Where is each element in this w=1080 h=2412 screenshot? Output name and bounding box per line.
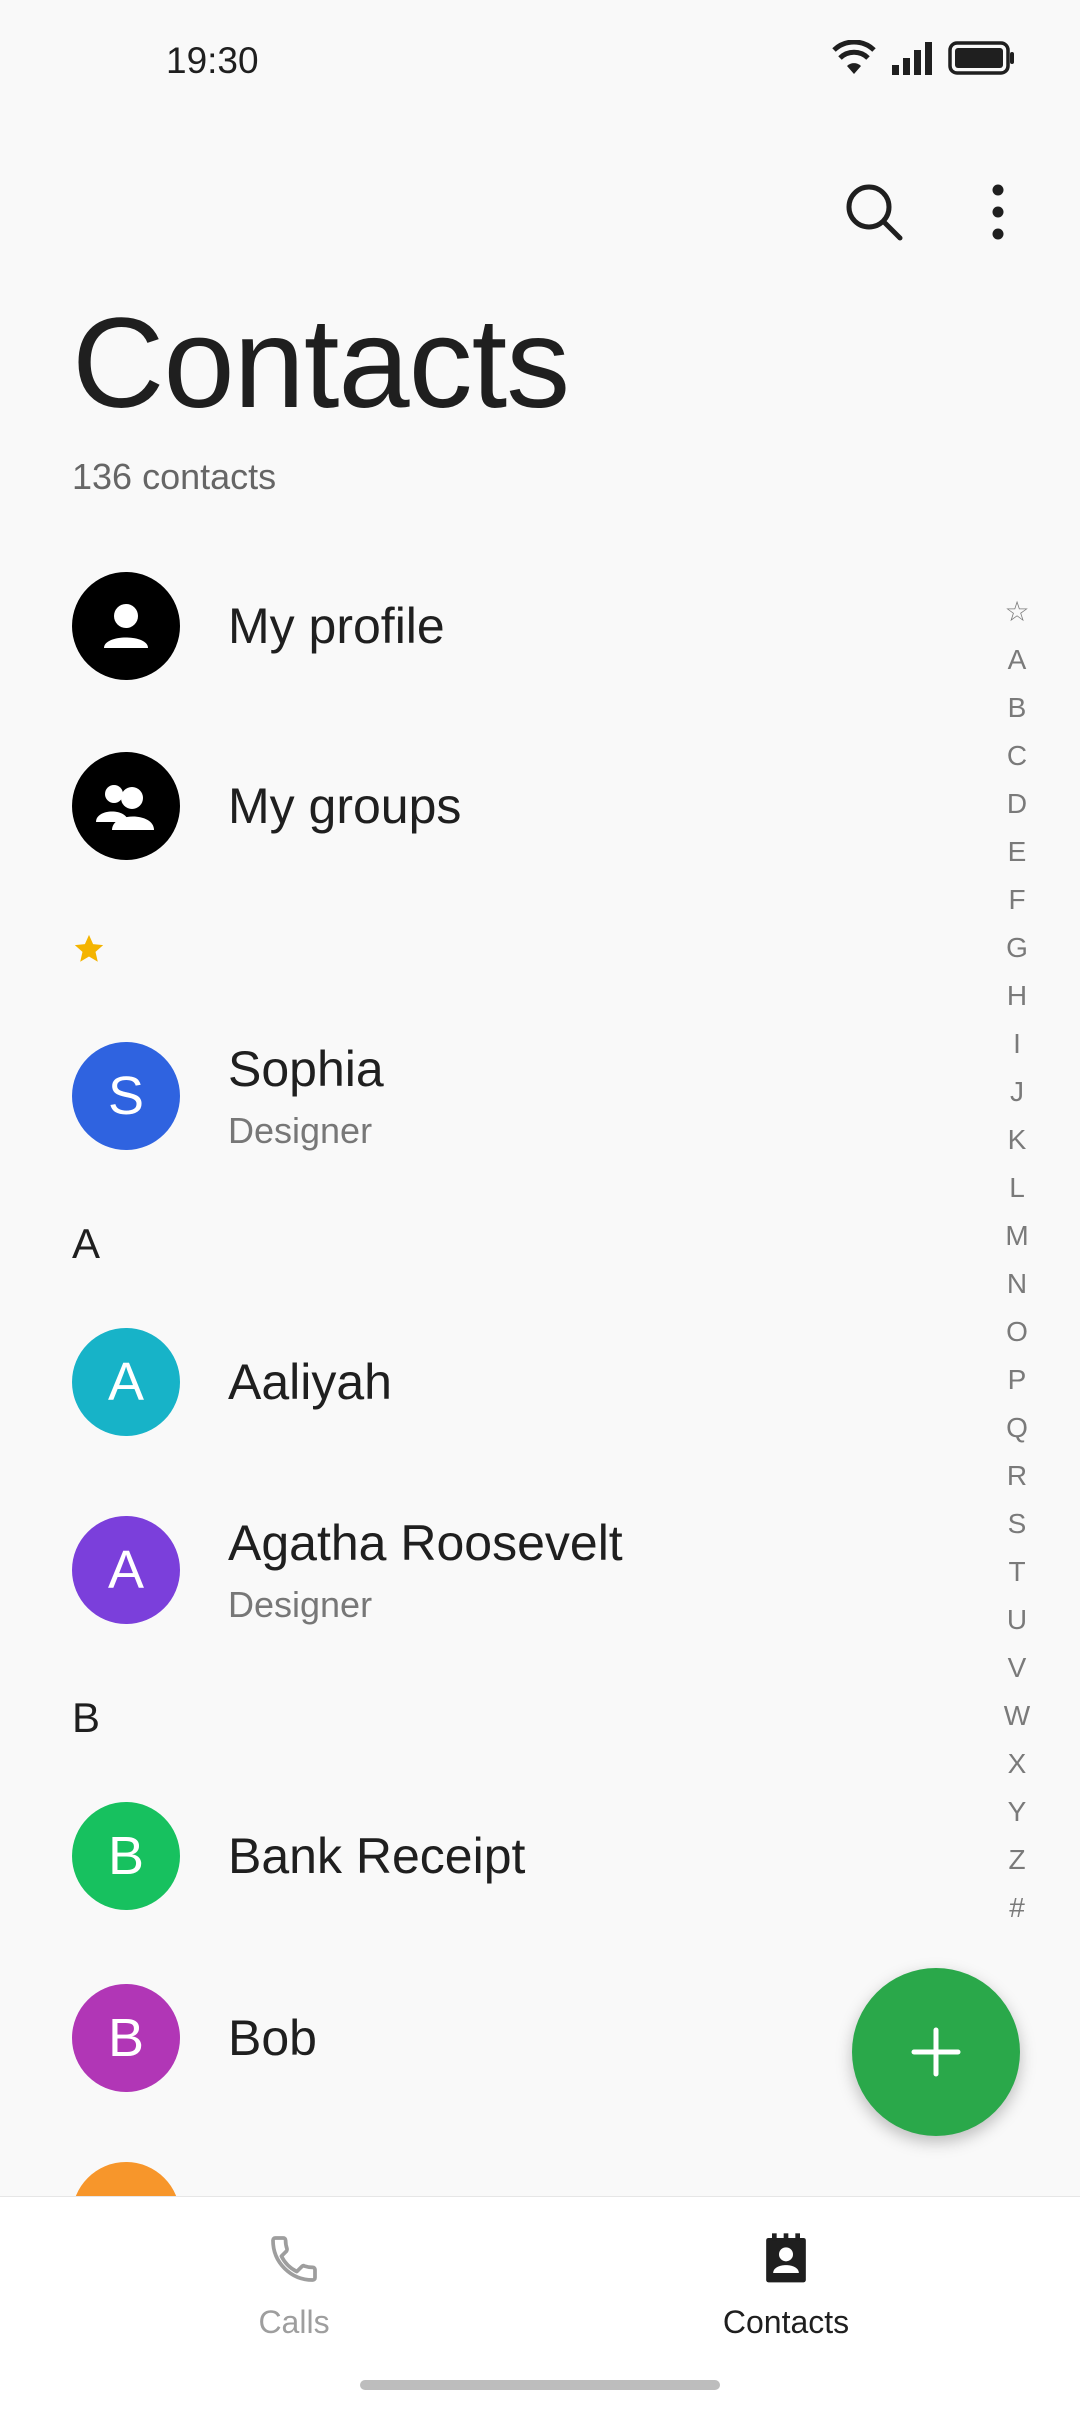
status-icons (832, 39, 1016, 81)
alphabet-index-letter[interactable]: X (1008, 1740, 1027, 1788)
avatar: S (72, 1042, 180, 1150)
page-title: Contacts (72, 292, 570, 435)
alphabet-index[interactable]: ☆ A B C D E F G H I J K L M N O P Q R S T U V W X Y Z # (992, 588, 1042, 1932)
contact-count: 136 contacts (72, 456, 277, 497)
contact-row[interactable]: A Agatha Roosevelt Designer (72, 1514, 623, 1626)
contact-name: Bob (228, 2010, 317, 2066)
section-header-b: B (72, 1694, 101, 1741)
alphabet-index-letter[interactable]: T (1008, 1548, 1025, 1596)
search-icon[interactable] (832, 170, 916, 254)
alphabet-index-letter[interactable]: # (1009, 1884, 1025, 1932)
avatar: A (72, 1328, 180, 1436)
more-vert-icon[interactable] (956, 170, 1040, 254)
plus-icon (911, 2027, 961, 2077)
alphabet-index-letter[interactable]: U (1007, 1596, 1027, 1644)
my-groups-label: My groups (228, 778, 462, 834)
my-groups-row[interactable]: My groups (72, 752, 461, 860)
avatar: B (72, 1984, 180, 2092)
groups-icon (72, 752, 180, 860)
contact-row[interactable]: B Bank Receipt (72, 1802, 525, 1910)
toolbar-actions (832, 170, 1040, 254)
alphabet-index-letter[interactable]: J (1010, 1068, 1024, 1116)
avatar (72, 2162, 180, 2196)
alphabet-index-letter[interactable]: H (1007, 972, 1027, 1020)
alphabet-index-letter[interactable]: Q (1006, 1404, 1028, 1452)
alphabet-index-letter[interactable]: E (1008, 828, 1027, 876)
partial-contact-row[interactable] (72, 2162, 180, 2196)
alphabet-index-letter[interactable]: L (1009, 1164, 1025, 1212)
tab-contacts[interactable]: Contacts (636, 2231, 936, 2341)
alphabet-index-letter[interactable]: B (1008, 684, 1027, 732)
alphabet-index-letter[interactable]: N (1007, 1260, 1027, 1308)
avatar: A (72, 1516, 180, 1624)
alphabet-index-letter[interactable]: S (1008, 1500, 1027, 1548)
alphabet-index-letter[interactable]: I (1013, 1020, 1021, 1068)
tab-calls[interactable]: Calls (144, 2231, 444, 2341)
alphabet-index-letter[interactable]: C (1007, 732, 1027, 780)
phone-icon (266, 2231, 322, 2292)
alphabet-index-letter[interactable]: M (1005, 1212, 1028, 1260)
battery-icon (948, 41, 1016, 80)
profile-icon (72, 572, 180, 680)
alphabet-index-letter[interactable]: W (1004, 1692, 1030, 1740)
wifi-icon (832, 39, 876, 81)
contact-subtitle: Designer (228, 1110, 373, 1151)
alphabet-index-letter[interactable]: O (1006, 1308, 1028, 1356)
signal-icon (890, 41, 934, 80)
contact-name: Agatha Roosevelt (228, 1515, 623, 1571)
contact-subtitle: Designer (228, 1584, 373, 1625)
alphabet-index-letter[interactable]: Z (1008, 1836, 1025, 1884)
add-contact-button[interactable] (852, 1968, 1020, 2136)
status-time: 19:30 (166, 40, 259, 81)
alphabet-index-letter[interactable]: ☆ (1004, 588, 1029, 636)
star-icon (72, 932, 106, 971)
my-profile-row[interactable]: My profile (72, 572, 445, 680)
alphabet-index-letter[interactable]: F (1008, 876, 1025, 924)
home-indicator[interactable] (360, 2380, 720, 2390)
alphabet-index-letter[interactable]: Y (1008, 1788, 1027, 1836)
alphabet-index-letter[interactable]: V (1008, 1644, 1027, 1692)
contact-row[interactable]: B Bob (72, 1984, 317, 2092)
tab-calls-label: Calls (258, 2304, 330, 2340)
contact-row[interactable]: A Aaliyah (72, 1328, 392, 1436)
alphabet-index-letter[interactable]: G (1006, 924, 1028, 972)
contact-row[interactable]: S Sophia Designer (72, 1040, 384, 1152)
contact-name: Sophia (228, 1041, 384, 1097)
contact-card-icon (758, 2231, 814, 2292)
avatar: B (72, 1802, 180, 1910)
alphabet-index-letter[interactable]: R (1007, 1452, 1027, 1500)
my-profile-label: My profile (228, 598, 445, 654)
alphabet-index-letter[interactable]: A (1008, 636, 1027, 684)
status-bar: 19:30 (0, 0, 1080, 120)
alphabet-index-letter[interactable]: D (1007, 780, 1027, 828)
section-header-a: A (72, 1220, 101, 1267)
contact-name: Aaliyah (228, 1354, 392, 1410)
contact-name: Bank Receipt (228, 1828, 526, 1884)
alphabet-index-letter[interactable]: K (1008, 1116, 1027, 1164)
tab-contacts-label: Contacts (722, 2304, 850, 2340)
alphabet-index-letter[interactable]: P (1008, 1356, 1027, 1404)
